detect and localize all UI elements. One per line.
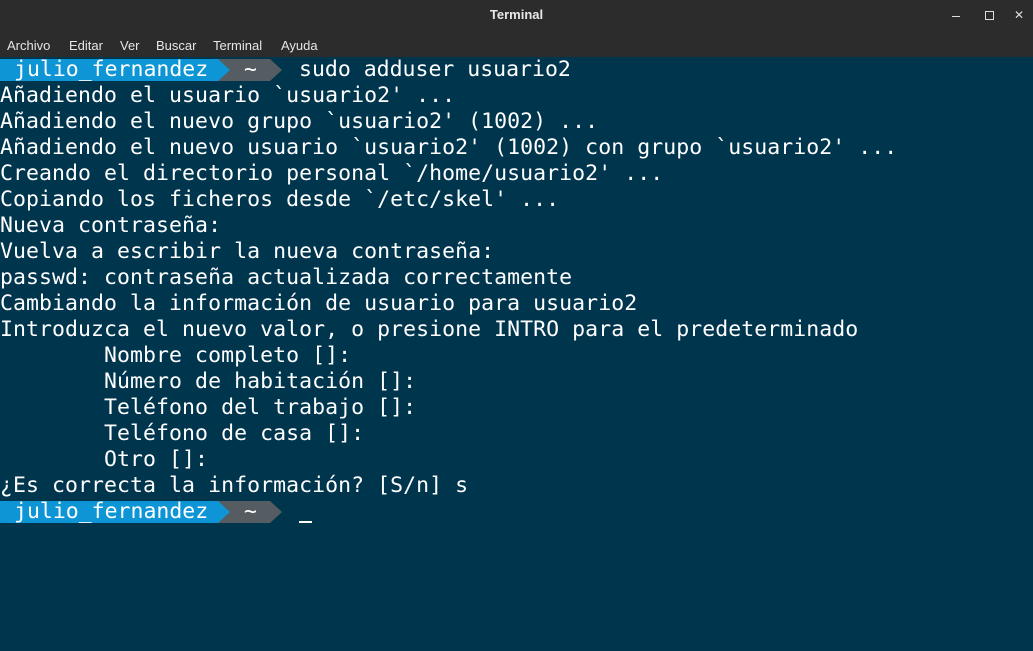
prompt-line-current: julio_fernandez ~ (0, 499, 312, 525)
menu-bar: Archivo Editar Ver Buscar Terminal Ayuda (0, 30, 1033, 57)
prompt-user-segment: julio_fernandez (0, 501, 218, 523)
prompt-user-arrow (218, 501, 230, 523)
output-line: passwd: contraseña actualizada correctam… (0, 265, 573, 290)
title-bar[interactable]: Terminal ✕ (0, 0, 1033, 30)
output-line: Introduzca el nuevo valor, o presione IN… (0, 317, 859, 342)
output-line: Número de habitación []: (0, 369, 417, 394)
prompt-command: sudo adduser usuario2 (299, 57, 571, 82)
output-line: Añadiendo el usuario `usuario2' ... (0, 83, 456, 108)
minimize-icon (952, 16, 960, 17)
prompt-user-segment: julio_fernandez (0, 59, 218, 81)
output-line: Otro []: (0, 447, 209, 472)
minimize-button[interactable] (939, 0, 973, 30)
prompt-line: julio_fernandez ~ sudo adduser usuario2 (0, 57, 571, 83)
maximize-icon (984, 11, 994, 20)
output-line: Creando el directorio personal `/home/us… (0, 161, 664, 186)
output-line: Añadiendo el nuevo grupo `usuario2' (100… (0, 109, 599, 134)
prompt-dir-text: ~ (244, 499, 257, 524)
output-line: Teléfono de casa []: (0, 421, 365, 446)
prompt-dir-arrow (270, 59, 282, 81)
prompt-dir-text: ~ (244, 57, 257, 82)
prompt-dir-arrow (270, 501, 282, 523)
output-line: Vuelva a escribir la nueva contraseña: (0, 239, 495, 264)
terminal-area[interactable]: julio_fernandez ~ sudo adduser usuario2 … (0, 57, 1033, 651)
prompt-user-arrow (218, 59, 230, 81)
maximize-button[interactable] (972, 0, 1006, 30)
window-title: Terminal (489, 7, 544, 22)
output-line: Copiando los ficheros desde `/etc/skel' … (0, 187, 560, 212)
close-button[interactable]: ✕ (1002, 0, 1033, 30)
output-line: Nueva contraseña: (0, 213, 222, 238)
output-line: Teléfono del trabajo []: (0, 395, 417, 420)
output-line: Añadiendo el nuevo usuario `usuario2' (1… (0, 135, 898, 160)
text-cursor (299, 521, 312, 523)
output-line: Cambiando la información de usuario para… (0, 291, 638, 316)
output-line: ¿Es correcta la información? [S/n] s (0, 473, 469, 498)
terminal-window: Terminal ✕ Archivo Editar Ver Buscar Ter… (0, 0, 1033, 651)
output-line: Nombre completo []: (0, 343, 352, 368)
close-icon: ✕ (1013, 8, 1025, 22)
